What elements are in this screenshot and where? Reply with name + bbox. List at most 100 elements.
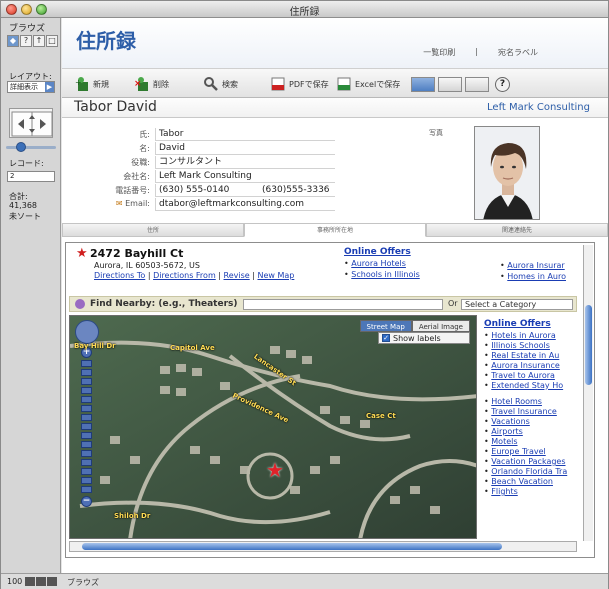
tab-office-location[interactable]: 事務所所在地 xyxy=(244,223,426,237)
horizontal-scrollbar[interactable] xyxy=(69,541,577,552)
save-pdf-button[interactable]: PDFで保存 xyxy=(270,75,329,93)
list-view-button[interactable] xyxy=(438,77,462,92)
page-icon[interactable]: □ xyxy=(46,35,58,47)
email-field[interactable]: dtabor@leftmarkconsulting.com xyxy=(155,198,335,211)
new-record-icon: + xyxy=(74,76,90,92)
offer-link[interactable]: Extended Stay Ho xyxy=(491,381,563,390)
zoom-level[interactable]: 100 xyxy=(7,577,22,586)
revise-link[interactable]: Revise xyxy=(224,271,250,280)
offer-link[interactable]: Travel Insurance xyxy=(491,407,557,416)
directions-to-link[interactable]: Directions To xyxy=(94,271,145,280)
map-pin-icon[interactable]: ★ xyxy=(266,458,284,482)
delete-label: 削除 xyxy=(153,79,169,89)
offer-link[interactable]: Illinois Schools xyxy=(491,341,550,350)
find-nearby-icon xyxy=(75,299,85,309)
vertical-scroll-thumb[interactable] xyxy=(585,305,592,385)
zoom-level-bar[interactable] xyxy=(81,360,92,367)
field-row-first-name: 名: David xyxy=(62,142,362,155)
offer-link: Aurora Hotels xyxy=(344,259,464,268)
horizontal-scroll-thumb[interactable] xyxy=(82,543,502,550)
zoom-level-bar[interactable] xyxy=(81,369,92,376)
offer-link[interactable]: Real Estate in Au xyxy=(491,351,559,360)
delete-record-button[interactable]: × 削除 xyxy=(134,75,169,93)
new-record-button[interactable]: + 新規 xyxy=(74,75,109,93)
find-nearby-input[interactable] xyxy=(243,299,443,310)
zoom-level-bar[interactable] xyxy=(81,414,92,421)
list-item: Hotel Rooms xyxy=(484,397,588,406)
list-item: Beach Vacation xyxy=(484,477,588,486)
directions-from-link[interactable]: Directions From xyxy=(153,271,216,280)
offer-link[interactable]: Hotel Rooms xyxy=(491,397,542,406)
aerial-map[interactable]: + − Bay Hill Dr Capitol Ave Lancaster St… xyxy=(69,315,477,539)
offer-link[interactable]: Europe Travel xyxy=(491,447,545,456)
offer-link[interactable]: Vacations xyxy=(491,417,530,426)
offer-link[interactable]: Aurora Insurance xyxy=(491,361,560,370)
zoom-level-bar[interactable] xyxy=(81,459,92,466)
show-labels-checkbox[interactable]: ✓ Show labels xyxy=(378,332,470,344)
or-label: Or xyxy=(448,299,458,308)
record-number-input[interactable]: 2 xyxy=(7,171,55,182)
zoom-level-bar[interactable] xyxy=(81,405,92,412)
aerial-image-button[interactable]: Aerial Image xyxy=(411,320,470,332)
offer-link[interactable]: Orlando Florida Tra xyxy=(491,467,567,476)
list-item: Vacation Packages xyxy=(484,457,588,466)
print-list-link[interactable]: 一覧印刷 xyxy=(423,47,455,58)
offer-aurora-hotels[interactable]: Aurora Hotels xyxy=(351,259,406,268)
email-icon[interactable]: ✉ xyxy=(116,199,125,208)
find-icon[interactable]: ? xyxy=(20,35,32,47)
offer-link[interactable]: Hotels in Aurora xyxy=(491,331,555,340)
email-label-text: Email: xyxy=(125,199,150,208)
find-nearby-bar: Find Nearby: (e.g., Theaters) Or Select … xyxy=(69,296,577,312)
record-book-icon[interactable] xyxy=(9,108,53,138)
labels-link[interactable]: 宛名ラベル xyxy=(498,47,538,58)
book-icon[interactable]: ◆ xyxy=(7,35,19,47)
title-field[interactable]: コンサルタント xyxy=(155,156,335,169)
up-arrow-icon[interactable]: ↑ xyxy=(33,35,45,47)
layout-select[interactable]: 詳細表示 ▶ xyxy=(7,81,55,93)
help-icon[interactable]: ? xyxy=(495,77,510,92)
slider-knob[interactable] xyxy=(16,142,26,152)
offer-schools-illinois[interactable]: Schools in Illinois xyxy=(351,270,420,279)
offer-link[interactable]: Beach Vacation xyxy=(491,477,553,486)
new-map-link[interactable]: New Map xyxy=(257,271,294,280)
form-view-button[interactable] xyxy=(411,77,435,92)
zoom-level-bar[interactable] xyxy=(81,423,92,430)
zoom-level-bar[interactable] xyxy=(81,441,92,448)
zoom-level-bar[interactable] xyxy=(81,432,92,439)
offer-link[interactable]: Airports xyxy=(491,427,523,436)
offer-aurora-insurance[interactable]: Aurora Insurar xyxy=(507,261,564,270)
vertical-scrollbar[interactable] xyxy=(583,245,593,541)
zoom-level-bar[interactable] xyxy=(81,387,92,394)
phone-field-2[interactable]: (630)555-3336 xyxy=(262,184,337,197)
offer-link[interactable]: Vacation Packages xyxy=(491,457,565,466)
record-slider[interactable] xyxy=(6,142,56,152)
offer-link[interactable]: Flights xyxy=(491,487,518,496)
zoom-level-bar[interactable] xyxy=(81,477,92,484)
zoom-level-bar[interactable] xyxy=(81,468,92,475)
zoom-level-bar[interactable] xyxy=(81,450,92,457)
zoom-out-icon[interactable] xyxy=(25,577,35,586)
tab-related-contacts[interactable]: 関連連絡先 xyxy=(426,223,608,237)
save-excel-button[interactable]: Excelで保存 xyxy=(336,75,400,93)
category-select[interactable]: Select a Category xyxy=(461,299,573,310)
offer-link[interactable]: Motels xyxy=(491,437,517,446)
zoom-out-button[interactable]: − xyxy=(81,496,92,507)
company-field[interactable]: Left Mark Consulting xyxy=(155,170,335,183)
last-name-field[interactable]: Tabor xyxy=(155,128,335,141)
map-pan-control[interactable] xyxy=(75,320,99,344)
first-name-field[interactable]: David xyxy=(155,142,335,155)
search-button[interactable]: 検索 xyxy=(203,75,238,93)
zoom-level-bar[interactable] xyxy=(81,486,92,493)
pdf-icon xyxy=(270,76,286,92)
online-offers-heading[interactable]: Online Offers xyxy=(344,247,464,257)
offer-link[interactable]: Travel to Aurora xyxy=(491,371,555,380)
offer-homes-aurora[interactable]: Homes in Auro xyxy=(507,272,566,281)
toggle-status-icon[interactable] xyxy=(47,577,57,586)
zoom-level-bar[interactable] xyxy=(81,378,92,385)
zoom-in-icon[interactable] xyxy=(36,577,46,586)
zoom-level-bar[interactable] xyxy=(81,396,92,403)
table-view-button[interactable] xyxy=(465,77,489,92)
side-offers-heading[interactable]: Online Offers xyxy=(484,319,588,329)
street-map-button[interactable]: Street Map xyxy=(359,320,412,332)
tab-address[interactable]: 住所 xyxy=(62,223,244,237)
